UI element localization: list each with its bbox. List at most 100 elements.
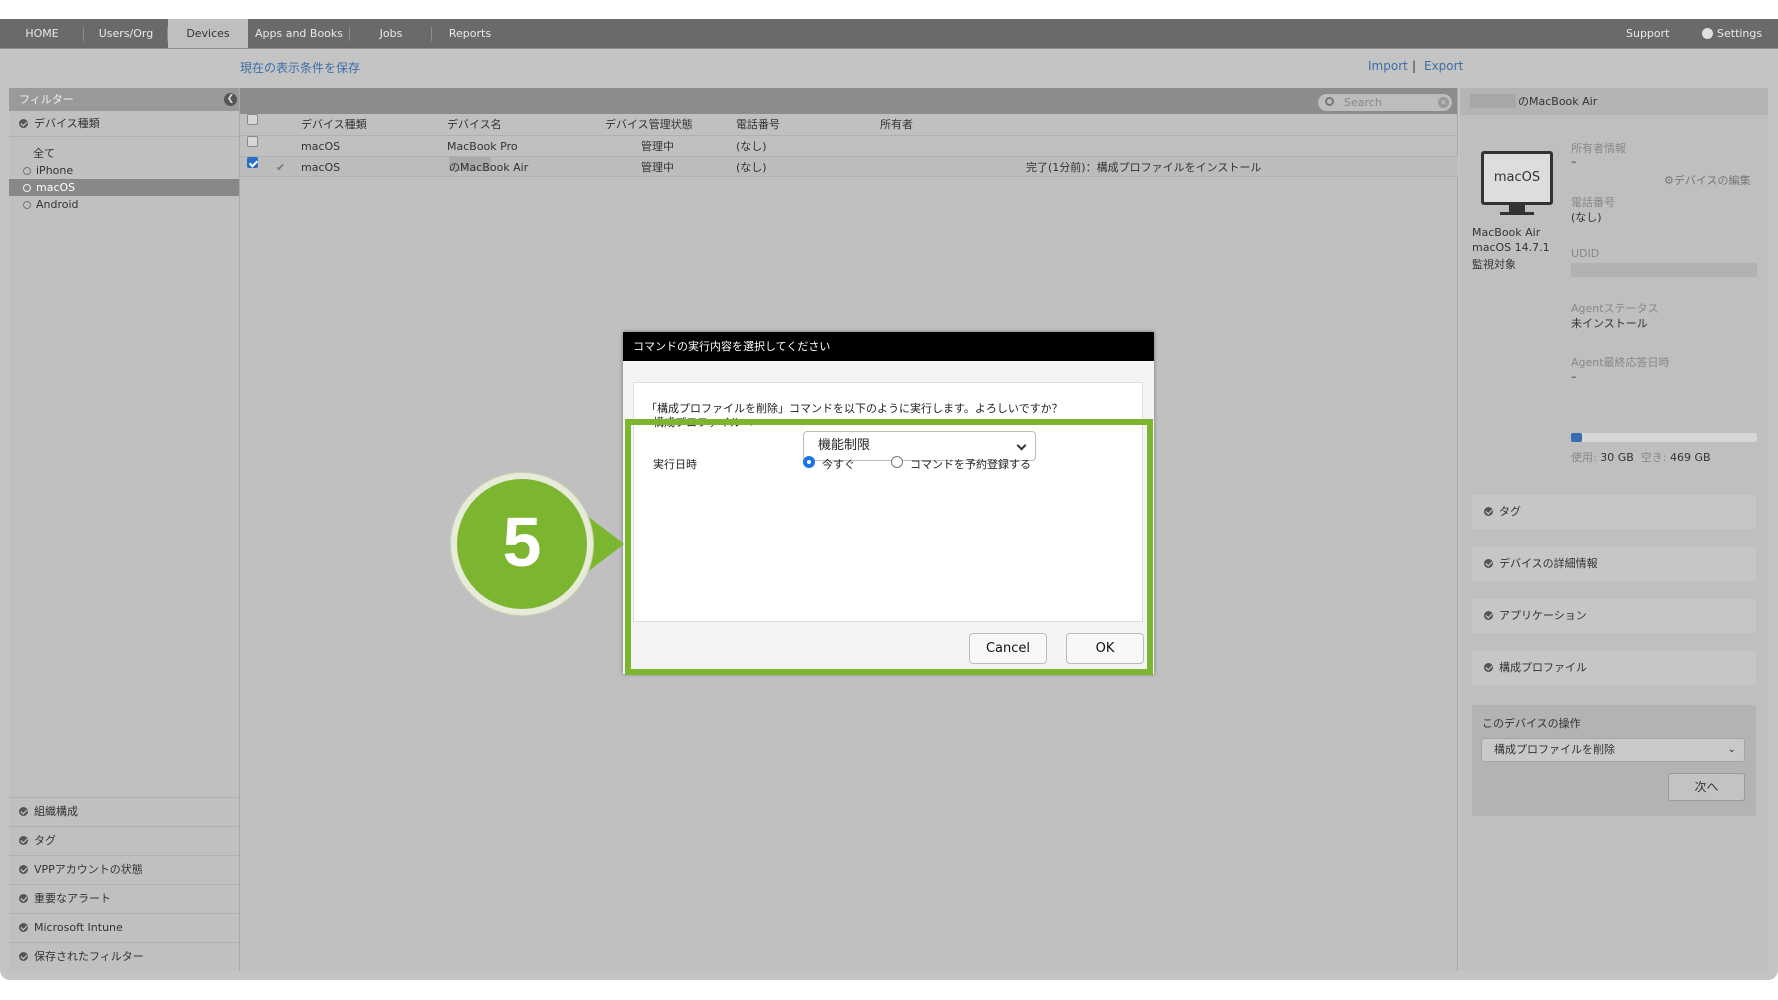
edit-device-label: デバイスの編集 xyxy=(1673,174,1751,187)
step-number: 5 xyxy=(502,503,542,581)
phone-label: 電話番号 xyxy=(1571,196,1615,209)
monitor-stand xyxy=(1509,205,1525,212)
settings-label: Settings xyxy=(1717,27,1763,40)
details-title: のMacBook Air xyxy=(1518,95,1598,108)
save-filter-link[interactable]: 現在の表示条件を保存 xyxy=(240,59,360,76)
device-os: macOS 14.7.1 xyxy=(1472,241,1550,254)
row-checkbox-checked[interactable] xyxy=(247,157,258,168)
filter-section-alerts[interactable]: 重要なアラート xyxy=(9,884,239,913)
filter-section-saved[interactable]: 保存されたフィルター xyxy=(9,942,239,971)
storage-meter xyxy=(1571,433,1757,442)
chevron-circle-icon xyxy=(1484,663,1493,672)
clear-icon[interactable]: ✕ xyxy=(1438,97,1449,108)
filter-section-org[interactable]: 組織構成 xyxy=(9,797,239,826)
section-device-details[interactable]: デバイスの詳細情報 xyxy=(1472,547,1756,581)
section-label: 組織構成 xyxy=(34,805,78,818)
agent-status-label: Agentステータス xyxy=(1571,302,1659,315)
operation-selected: 構成プロファイルを削除 xyxy=(1494,743,1615,756)
chevron-circle-icon xyxy=(19,836,28,845)
select-all-checkbox[interactable] xyxy=(247,114,258,125)
owner-label: 所有者情報 xyxy=(1571,142,1626,155)
section-label: デバイス種類 xyxy=(34,117,100,130)
filter-bottom-sections: 組織構成 タグ VPPアカウントの状態 重要なアラート Microsoft In… xyxy=(9,797,239,971)
cell-state: 管理中 xyxy=(641,161,674,174)
column-header-phone[interactable]: 電話番号 xyxy=(736,114,780,135)
storage-used: 30 GB xyxy=(1600,451,1634,464)
filter-section-vpp[interactable]: VPPアカウントの状態 xyxy=(9,855,239,884)
chevron-circle-icon xyxy=(19,119,28,128)
tab-jobs[interactable]: Jobs xyxy=(350,19,432,48)
export-link[interactable]: Export xyxy=(1424,59,1463,73)
column-header-type[interactable]: デバイス種類 xyxy=(301,114,367,135)
filter-item-android[interactable]: Android xyxy=(9,196,239,213)
cell-phone: (なし) xyxy=(736,161,767,174)
tab-devices[interactable]: Devices xyxy=(168,19,248,48)
filter-section-intune[interactable]: Microsoft Intune xyxy=(9,913,239,942)
tab-reports[interactable]: Reports xyxy=(432,19,508,48)
search-icon xyxy=(1325,97,1334,106)
cell-type: macOS xyxy=(301,161,341,174)
monitor-icon: macOS xyxy=(1481,151,1553,205)
operation-select[interactable]: 構成プロファイルを削除 ⌄ xyxy=(1481,738,1745,762)
import-link[interactable]: Import xyxy=(1368,59,1408,73)
section-label: タグ xyxy=(1499,505,1521,518)
gear-icon xyxy=(1702,28,1713,39)
monitor-label: macOS xyxy=(1493,170,1541,185)
table-row-selected[interactable]: ✔ macOS のMacBook Air 管理中 (なし) 完了(1分前)：構成… xyxy=(240,156,1458,177)
next-button[interactable]: 次へ xyxy=(1668,773,1745,801)
settings-link[interactable]: Settings xyxy=(1702,19,1762,48)
column-header-state[interactable]: デバイス管理状態 xyxy=(605,114,693,135)
udid-redacted xyxy=(1571,263,1757,277)
table-row[interactable]: macOS MacBook Pro 管理中 (なし) xyxy=(240,135,1458,156)
tab-users-org[interactable]: Users/Org xyxy=(84,19,168,48)
cell-status: 完了(1分前)：構成プロファイルをインストール xyxy=(1026,161,1262,174)
row-checkbox[interactable] xyxy=(247,136,258,147)
filter-panel: フィルター ❮ デバイス種類 全て iPhone macOS Android 組… xyxy=(9,88,240,971)
filter-section-device-type[interactable]: デバイス種類 xyxy=(9,111,239,137)
cell-name: のMacBook Air xyxy=(449,161,529,174)
radio-icon xyxy=(23,184,31,192)
device-supervised: 監視対象 xyxy=(1472,258,1516,271)
column-header-owner[interactable]: 所有者 xyxy=(880,114,913,135)
section-label: 保存されたフィルター xyxy=(34,950,144,963)
device-model: MacBook Air xyxy=(1472,226,1541,239)
section-profiles[interactable]: 構成プロファイル xyxy=(1472,651,1756,685)
chevron-circle-icon xyxy=(1484,611,1493,620)
top-navigation: HOME Users/Org Devices Apps and Books Jo… xyxy=(0,19,1778,48)
support-link[interactable]: Support xyxy=(1626,19,1669,48)
section-label: 構成プロファイル xyxy=(1499,661,1587,674)
edit-device-link[interactable]: ⚙デバイスの編集 xyxy=(1664,172,1751,188)
filter-item-macos[interactable]: macOS xyxy=(9,179,239,196)
section-applications[interactable]: アプリケーション xyxy=(1472,599,1756,633)
cell-phone: (なし) xyxy=(736,140,767,153)
section-tags[interactable]: タグ xyxy=(1472,495,1756,529)
section-label: アプリケーション xyxy=(1499,609,1587,622)
filter-item-label: Android xyxy=(36,198,79,211)
check-icon: ✔ xyxy=(276,161,286,174)
collapse-icon[interactable]: ❮ xyxy=(224,93,237,106)
ops-title: このデバイスの操作 xyxy=(1482,717,1581,730)
device-operations: このデバイスの操作 構成プロファイルを削除 ⌄ 次へ xyxy=(1472,705,1756,816)
device-details-panel: のMacBook Air macOS MacBook Air macOS 14.… xyxy=(1460,88,1768,971)
radio-icon xyxy=(23,201,31,209)
agent-last-label: Agent最終応答日時 xyxy=(1571,356,1670,369)
chevron-circle-icon xyxy=(19,952,28,961)
search-placeholder: Search xyxy=(1344,96,1382,109)
gear-icon: ⚙ xyxy=(1664,174,1674,187)
link-separator: | xyxy=(1412,59,1417,73)
dialog-title: コマンドの実行内容を選択してください xyxy=(623,332,1154,361)
column-header-name[interactable]: デバイス名 xyxy=(447,114,502,135)
filter-item-iphone[interactable]: iPhone xyxy=(9,162,239,179)
tab-apps-and-books[interactable]: Apps and Books xyxy=(248,19,350,48)
filter-item-all[interactable]: 全て xyxy=(9,145,239,162)
filter-section-tag[interactable]: タグ xyxy=(9,826,239,855)
chevron-circle-icon xyxy=(19,865,28,874)
section-label: Microsoft Intune xyxy=(34,921,123,934)
chevron-circle-icon xyxy=(19,807,28,816)
tab-home[interactable]: HOME xyxy=(0,19,84,48)
search-input[interactable]: Search ✕ xyxy=(1318,94,1452,111)
monitor-base xyxy=(1500,212,1534,215)
cell-state: 管理中 xyxy=(641,140,674,153)
chevron-circle-icon xyxy=(1484,507,1493,516)
filter-item-label: iPhone xyxy=(36,164,74,177)
